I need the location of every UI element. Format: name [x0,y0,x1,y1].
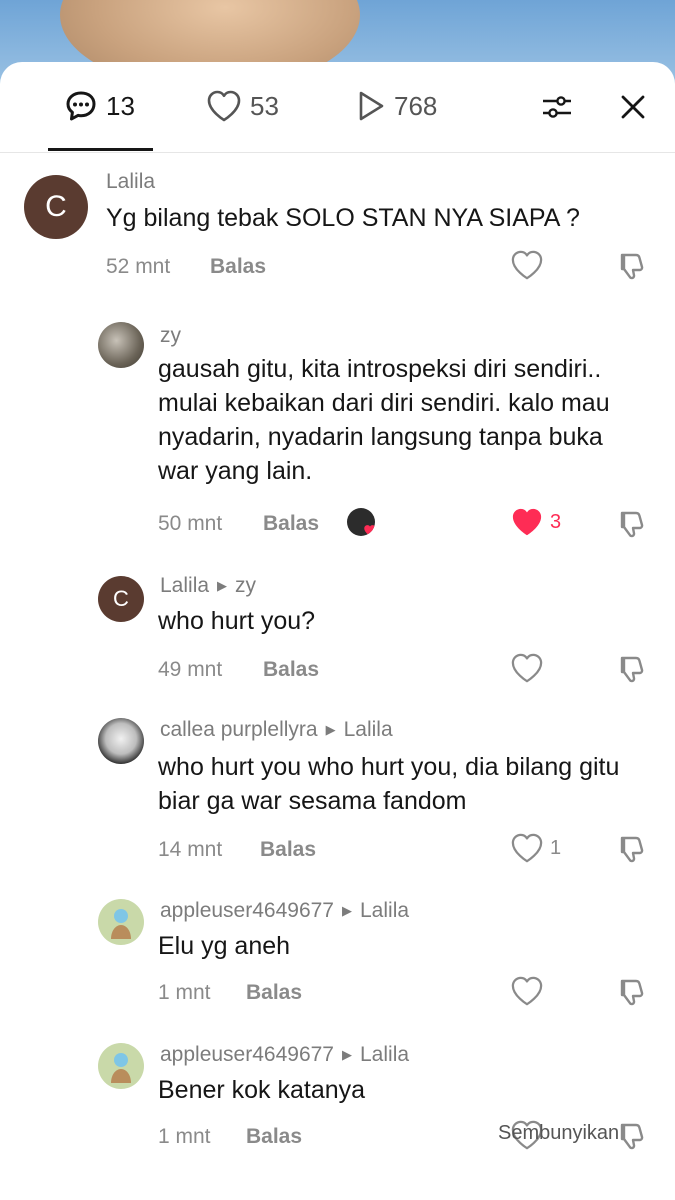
comment-text: gausah gitu, kita introspeksi diri sendi… [158,355,610,485]
comment-username[interactable]: Lalila [106,170,155,194]
comment-text: Bener kok katanya [158,1076,366,1104]
comment-time: 50 mnt [158,512,223,535]
dislike-button[interactable] [616,653,648,685]
thumbs-down-icon [620,656,644,683]
like-button[interactable]: 1 [510,832,561,864]
reply-button[interactable]: Balas [246,981,302,1005]
comment-time: 49 mnt [158,658,223,681]
reply-arrow-icon: ▶ [342,1047,352,1062]
comment-time: 1 mnt [158,981,211,1004]
comment-text: who hurt you who hurt you, dia bilang gi… [158,753,620,815]
like-count: 53 [250,90,279,121]
heart-icon [207,90,241,122]
dislike-button[interactable] [616,250,648,282]
like-count: 3 [550,510,562,533]
comment-username[interactable]: appleuser4649677 ▶ Lalila [160,1043,409,1067]
comment-icon [66,91,96,121]
comment-time: 14 mnt [158,838,223,861]
comment-username[interactable]: callea purplellyra ▶ Lalila [160,718,393,742]
reply-button[interactable]: Balas [210,255,266,279]
tab-likes[interactable]: 53 [206,88,279,124]
default-avatar-icon [111,1053,131,1083]
avatar[interactable] [98,899,144,945]
heart-icon [364,525,375,536]
default-avatar-icon [111,909,131,939]
filter-icon [543,96,571,118]
comment-username[interactable]: appleuser4649677 ▶ Lalila [160,899,409,923]
dislike-button[interactable] [616,508,648,540]
avatar[interactable]: C [24,175,88,239]
play-icon [359,91,384,121]
active-tab-indicator [48,148,153,151]
heart-outline-icon [511,976,543,1006]
tab-views[interactable]: 768 [356,88,437,124]
like-button[interactable] [510,975,544,1007]
heart-outline-icon [511,250,543,280]
comment-count: 13 [106,90,135,121]
comment-text: Elu yg aneh [158,932,291,960]
heart-filled-icon [512,508,542,536]
comment-text: Yg bilang tebak SOLO STAN NYA SIAPA ? [106,204,580,232]
like-count: 1 [550,836,562,859]
heart-outline-icon [511,833,543,863]
reply-arrow-icon: ▶ [342,903,352,918]
thumbs-down-icon [620,979,644,1006]
reply-button[interactable]: Balas [246,1125,302,1149]
like-button[interactable] [510,652,544,684]
view-count: 768 [394,90,438,121]
tab-comments[interactable]: 13 [64,88,135,124]
comment-username[interactable]: Lalila ▶ zy [160,574,256,598]
reply-button[interactable]: Balas [260,838,316,862]
close-icon [621,95,645,119]
heart-outline-icon [511,653,543,683]
hide-replies-button[interactable]: Sembunyikan [498,1122,619,1145]
thumbs-down-icon [620,511,644,538]
dislike-button[interactable] [616,1120,648,1152]
reply-button[interactable]: Balas [263,512,319,536]
comment-text: who hurt you? [158,607,316,635]
comment-username[interactable]: zy [160,324,181,348]
like-button[interactable]: 3 [510,506,561,538]
dislike-button[interactable] [616,833,648,865]
reply-arrow-icon: ▶ [325,722,336,737]
avatar[interactable] [98,1043,144,1089]
avatar[interactable]: C [98,576,144,622]
comment-time: 52 mnt [106,255,171,278]
dislike-button[interactable] [616,976,648,1008]
filter-button[interactable] [540,90,574,124]
thumbs-down-icon [620,1123,644,1150]
creator-liked-avatar [347,508,375,536]
comment-time: 1 mnt [158,1125,211,1148]
thumbs-down-icon [620,253,644,280]
avatar[interactable] [98,718,144,764]
thumbs-down-icon [620,836,644,863]
reply-arrow-icon: ▶ [217,578,228,593]
close-button[interactable] [616,90,650,124]
avatar[interactable] [98,322,144,368]
reply-button[interactable]: Balas [263,658,319,682]
stats-bar: 13 53 768 [0,62,675,153]
like-button[interactable] [510,249,544,281]
